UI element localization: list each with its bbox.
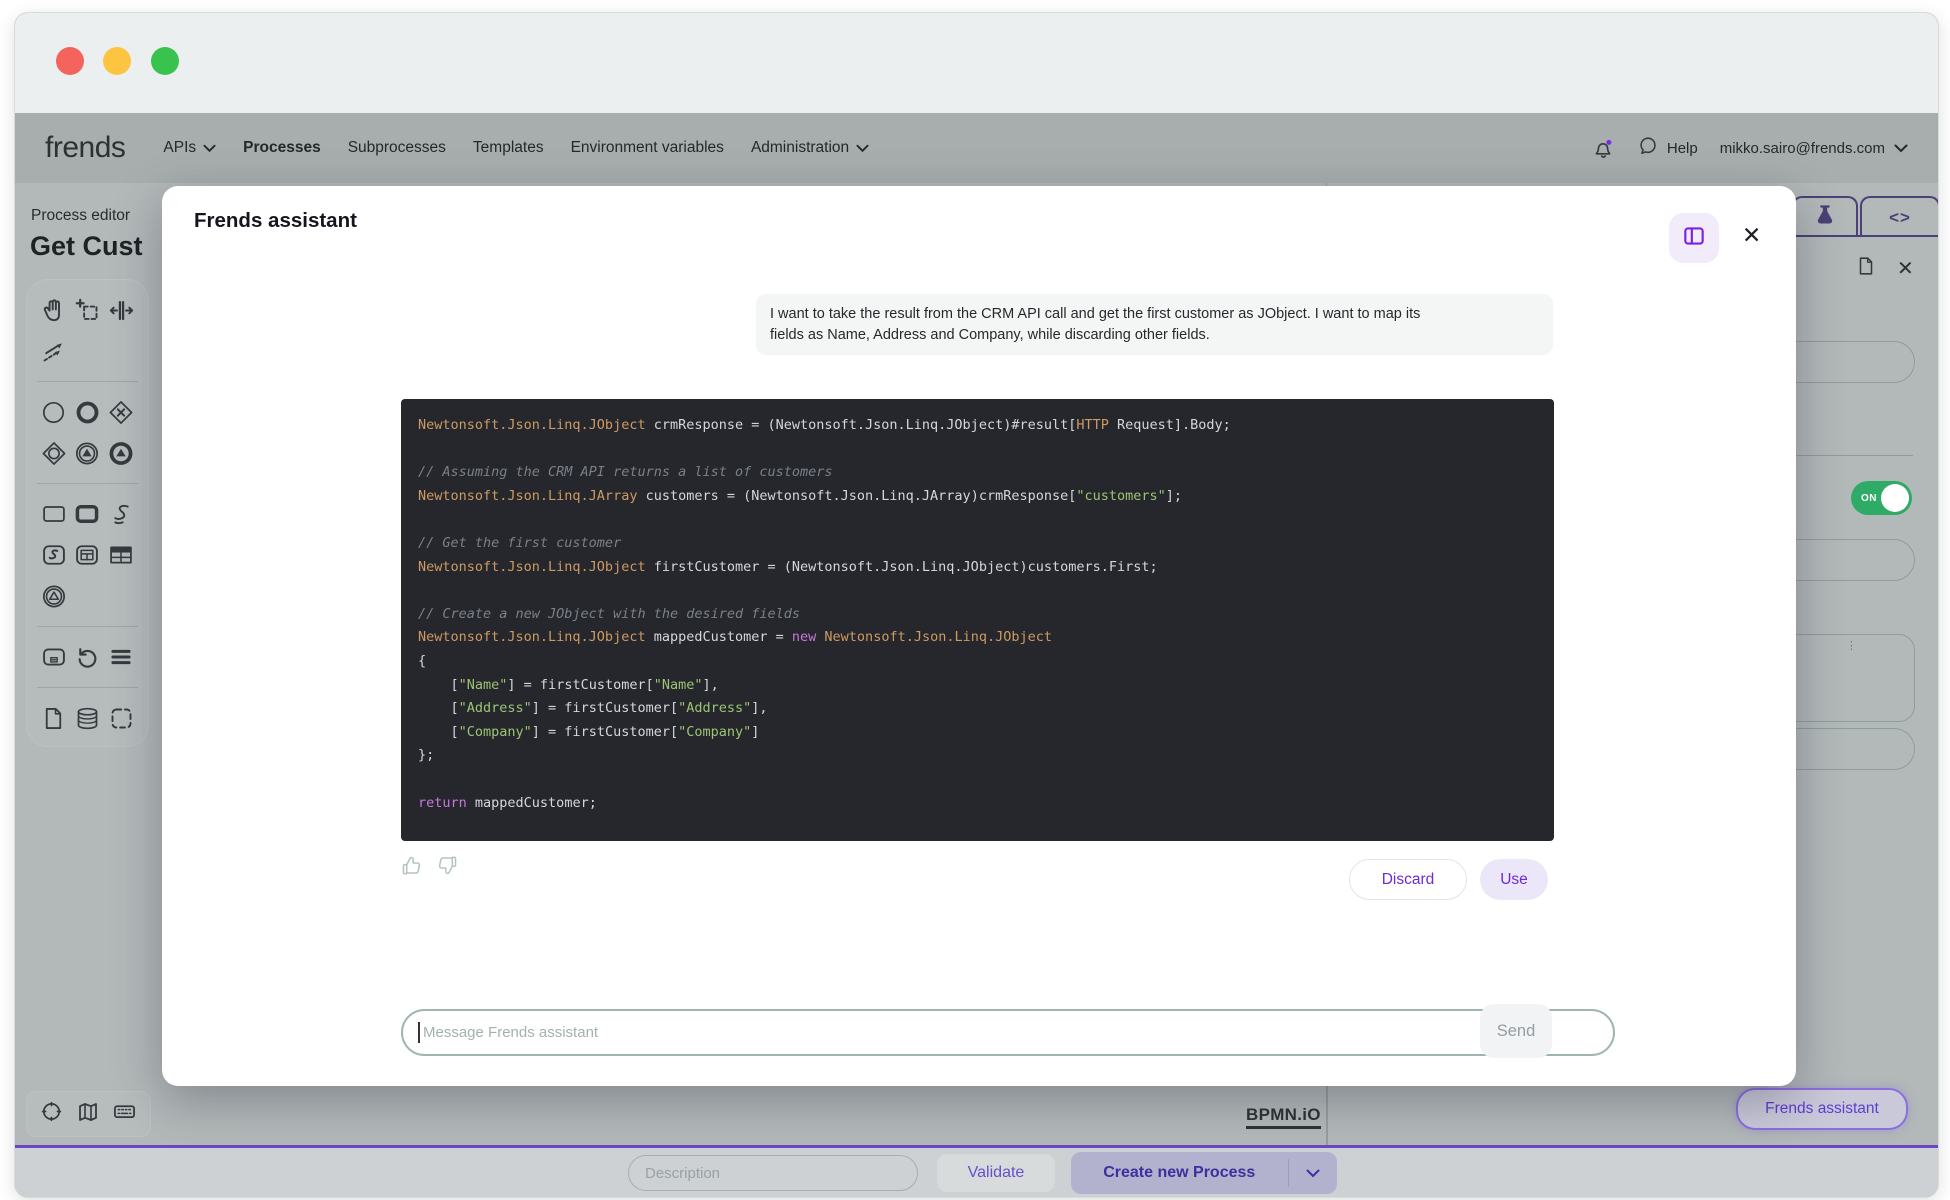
process-title: Get Cust [30, 231, 143, 262]
chevron-down-icon[interactable] [1289, 1169, 1337, 1178]
nav-item-subprocesses[interactable]: Subprocesses [348, 139, 446, 157]
reset-viewport-icon[interactable] [40, 1100, 63, 1128]
minimap-icon[interactable] [76, 1100, 100, 1129]
tab-code[interactable]: <> [1860, 196, 1939, 237]
breadcrumb: Process editor [31, 207, 130, 225]
chevron-down-icon [203, 144, 216, 153]
bottom-action-bar: Validate Create new Process [15, 1145, 1938, 1197]
loop-marker-icon[interactable] [73, 643, 101, 671]
start-event-icon[interactable] [40, 398, 68, 426]
thumbs-down-icon[interactable] [436, 854, 459, 882]
gateway-event-icon[interactable] [40, 439, 68, 467]
panel-toggle-on[interactable]: ON [1851, 481, 1912, 515]
nav-item-templates[interactable]: Templates [473, 139, 544, 157]
chevron-down-icon [1894, 144, 1908, 153]
bpmn-io-logo[interactable]: BPMN.iO [1246, 1105, 1321, 1129]
code-content: Newtonsoft.Json.Linq.JObject crmResponse… [401, 399, 1554, 830]
frends-assistant-dialog: Frends assistant ✕ I want to take the re… [162, 186, 1796, 1086]
notifications-bell-icon[interactable] [1592, 137, 1615, 160]
signal-intermediate-event-icon[interactable] [73, 439, 101, 467]
script-icon[interactable] [107, 500, 135, 528]
side-panel-icon [1681, 223, 1707, 254]
canvas-controls [26, 1091, 151, 1137]
thumbs-up-icon[interactable] [400, 854, 423, 882]
parallel-marker-icon[interactable] [107, 643, 135, 671]
frends-logo: frends [45, 131, 125, 165]
call-activity-icon[interactable] [73, 500, 101, 528]
screen: frends APIs Processes Subprocesses Templ… [0, 0, 1950, 1200]
nav-item-processes[interactable]: Processes [243, 139, 321, 157]
user-message: I want to take the result from the CRM A… [756, 294, 1553, 355]
send-button[interactable]: Send [1480, 1004, 1552, 1058]
drag-grip-icon: ⋮ [1846, 639, 1857, 652]
keyboard-shortcuts-icon[interactable] [112, 1099, 137, 1129]
code-icon: <> [1889, 208, 1911, 228]
chevron-down-icon [856, 144, 869, 153]
app-window: frends APIs Processes Subprocesses Templ… [14, 12, 1939, 1198]
signal-end-event-icon[interactable] [107, 439, 135, 467]
toggle-knob [1881, 484, 1909, 512]
collapsed-subprocess-icon[interactable] [40, 643, 68, 671]
tab-test[interactable] [1792, 196, 1858, 237]
use-button[interactable]: Use [1480, 859, 1548, 900]
validate-button[interactable]: Validate [937, 1154, 1055, 1192]
help-button[interactable]: Help [1637, 135, 1698, 161]
connection-tool-icon[interactable] [40, 337, 68, 365]
data-object-icon[interactable] [40, 704, 68, 732]
window-minimize-button[interactable] [103, 47, 131, 75]
dock-to-side-button[interactable] [1669, 213, 1719, 263]
discard-button[interactable]: Discard [1349, 859, 1467, 900]
copy-document-icon[interactable] [1855, 255, 1877, 282]
assistant-message-input[interactable] [401, 1009, 1615, 1056]
assistant-code-block: Newtonsoft.Json.Linq.JObject crmResponse… [401, 399, 1554, 841]
script-task-icon[interactable] [40, 541, 68, 569]
top-nav: frends APIs Processes Subprocesses Templ… [15, 113, 1938, 183]
dialog-title: Frends assistant [194, 209, 357, 233]
chat-bubble-icon [1637, 135, 1659, 161]
group-icon[interactable] [107, 704, 135, 732]
feedback-controls [400, 854, 459, 882]
window-maximize-button[interactable] [151, 47, 179, 75]
create-new-process-button[interactable]: Create new Process [1071, 1152, 1337, 1194]
panel-close-icon[interactable]: ✕ [1897, 256, 1914, 281]
lasso-tool-icon[interactable] [73, 296, 101, 324]
description-input[interactable] [628, 1155, 918, 1191]
task-icon[interactable] [40, 500, 68, 528]
escalation-event-icon[interactable] [40, 582, 68, 610]
nav-item-environment-variables[interactable]: Environment variables [571, 139, 724, 157]
hand-tool-icon[interactable] [40, 296, 68, 324]
decision-table-icon[interactable] [107, 541, 135, 569]
table-task-icon[interactable] [73, 541, 101, 569]
text-caret [418, 1022, 420, 1043]
bpmn-palette [26, 279, 149, 747]
gateway-xor-icon[interactable] [107, 398, 135, 426]
window-titlebar [15, 13, 1938, 113]
close-icon[interactable]: ✕ [1742, 224, 1761, 247]
data-store-icon[interactable] [73, 704, 101, 732]
flask-icon [1813, 203, 1837, 232]
user-account-menu[interactable]: mikko.sairo@frends.com [1720, 140, 1908, 157]
space-tool-icon[interactable] [107, 296, 135, 324]
nav-item-apis[interactable]: APIs [163, 139, 216, 157]
nav-item-administration[interactable]: Administration [751, 139, 869, 157]
window-close-button[interactable] [56, 47, 84, 75]
message-input-wrap [401, 1009, 1615, 1056]
end-event-icon[interactable] [73, 398, 101, 426]
